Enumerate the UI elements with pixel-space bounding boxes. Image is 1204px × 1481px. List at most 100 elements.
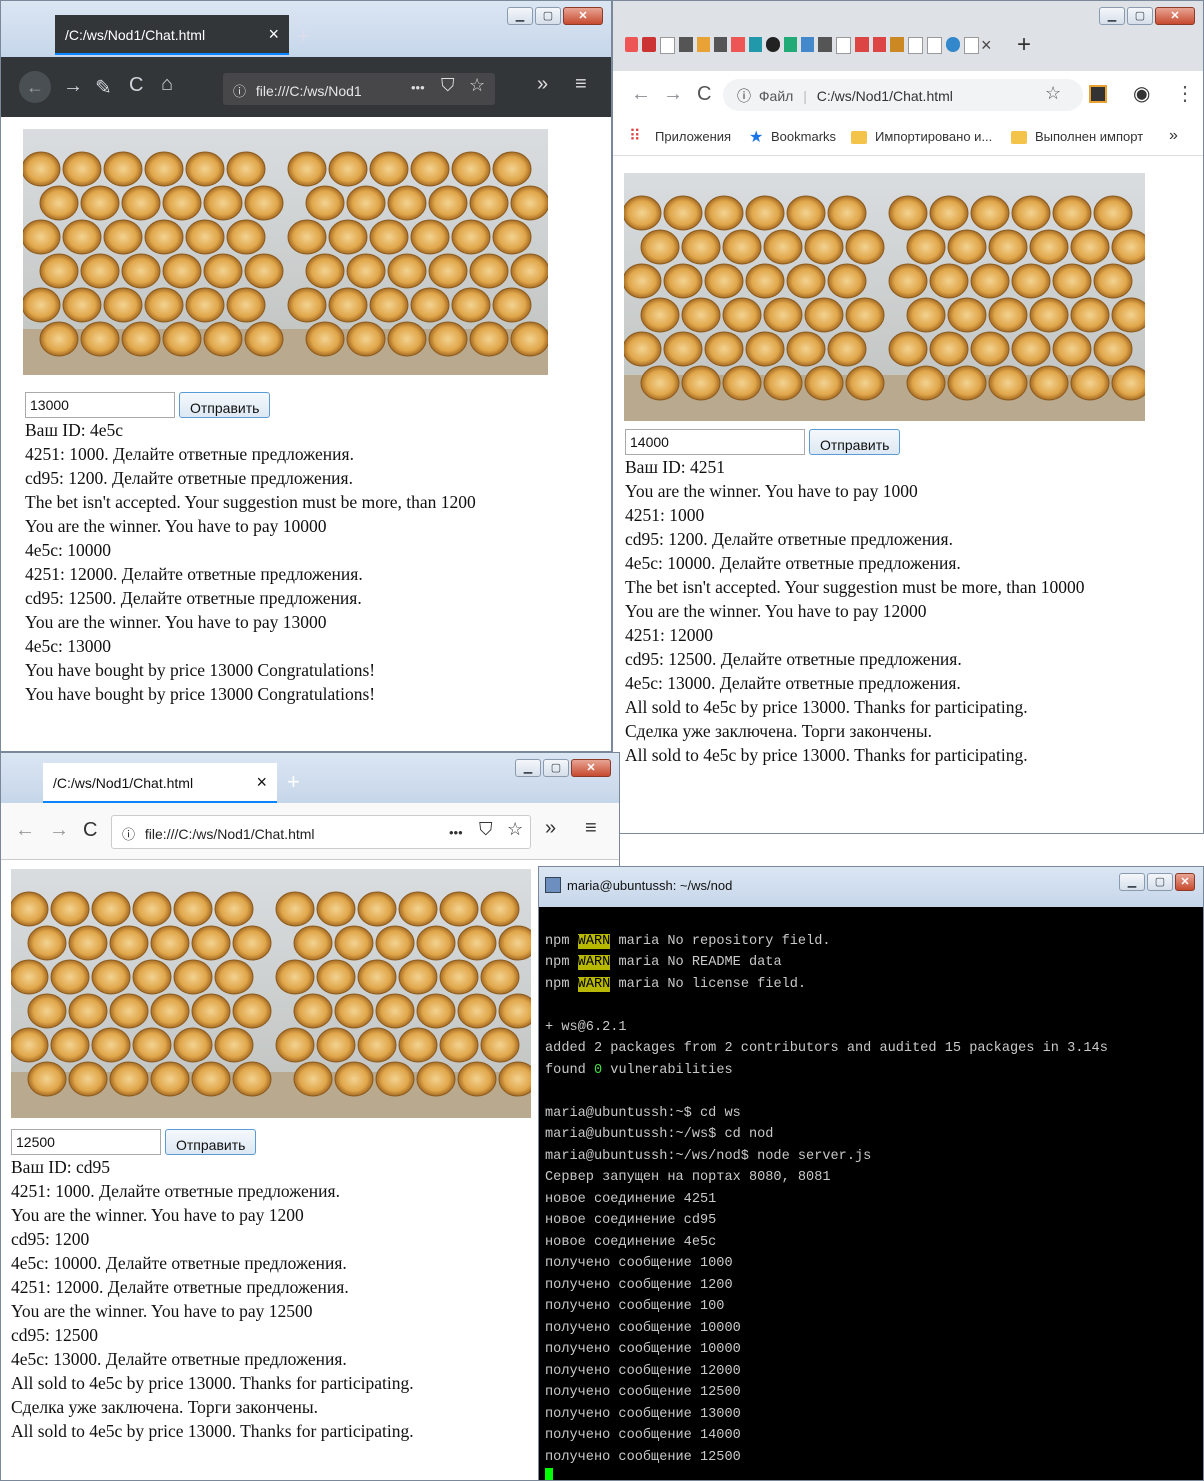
tab-icon[interactable] — [855, 37, 869, 52]
chat-message: 4251: 12000. Делайте ответные предложени… — [25, 564, 363, 584]
tab-icon[interactable] — [890, 37, 904, 52]
send-button[interactable]: Отправить — [809, 429, 901, 455]
tab-icon[interactable] — [679, 37, 693, 52]
pocket-icon[interactable]: ⛉ — [479, 819, 493, 840]
wrench-icon[interactable]: ✎ — [95, 75, 112, 100]
minimize-button[interactable]: ▁ — [507, 7, 533, 25]
home-icon[interactable]: ⌂ — [161, 73, 173, 96]
bookmark-star-icon[interactable]: ☆ — [507, 819, 523, 840]
send-button[interactable]: Отправить — [179, 392, 271, 418]
tab-close-icon[interactable]: × — [981, 35, 992, 56]
tab-icon[interactable] — [783, 37, 798, 52]
send-button[interactable]: Отправить — [165, 1129, 257, 1155]
maximize-button[interactable]: ▢ — [1147, 873, 1173, 891]
log-end — [398, 1027, 438, 1063]
info-icon[interactable]: ⓘ — [122, 827, 135, 842]
tab-icon[interactable] — [714, 37, 728, 52]
reload-icon[interactable]: C — [83, 819, 97, 842]
apps-icon[interactable]: ⠿ — [629, 129, 641, 145]
page-actions-icon[interactable]: ••• — [449, 825, 463, 840]
address-bar[interactable]: ⓘ Файл | C:/ws/Nod1/Chat.html — [723, 79, 1083, 111]
tab-icon[interactable] — [801, 37, 815, 52]
new-tab-button[interactable]: + — [287, 769, 300, 795]
maximize-button[interactable]: ▢ — [535, 7, 561, 25]
log-end — [970, 263, 1010, 299]
bid-input[interactable]: 14000 — [625, 429, 805, 455]
reload-icon[interactable]: C — [697, 83, 711, 106]
tab-icon[interactable] — [818, 37, 832, 52]
address-bar[interactable]: ⓘ file:///C:/ws/Nod1/Chat.html — [111, 815, 531, 849]
tab-icon[interactable] — [696, 37, 711, 52]
reload-icon[interactable]: C — [129, 74, 143, 97]
page-actions-icon[interactable]: ••• — [411, 80, 425, 95]
pocket-icon[interactable]: ⛉ — [441, 75, 455, 96]
close-window-button[interactable]: ✕ — [563, 7, 603, 25]
close-window-button[interactable]: ✕ — [1155, 7, 1195, 25]
tab-icon[interactable] — [835, 37, 852, 54]
tab-icon[interactable] — [766, 37, 780, 52]
back-icon[interactable]: ← — [631, 83, 651, 106]
tab-title: /C:/ws/Nod1/Chat.html — [53, 775, 194, 791]
forward-icon[interactable]: → — [663, 83, 683, 106]
bookmark-star-icon[interactable]: ☆ — [1045, 83, 1061, 104]
tab-icon[interactable] — [946, 37, 960, 52]
new-tab-button[interactable]: + — [297, 23, 310, 49]
bid-form: 13000 Отправить — [25, 392, 476, 418]
bookmark-apps[interactable]: Приложения — [655, 129, 731, 144]
back-button[interactable]: ← — [19, 71, 51, 103]
back-icon[interactable]: ← — [15, 819, 35, 842]
bookmarks-overflow-icon[interactable]: » — [1169, 127, 1178, 145]
menu-icon[interactable]: ≡ — [575, 73, 587, 96]
close-window-button[interactable]: ✕ — [571, 759, 611, 777]
menu-icon[interactable]: ≡ — [585, 817, 597, 840]
log-end — [91, 891, 131, 927]
overflow-icon[interactable]: » — [537, 73, 548, 96]
tab-icon[interactable] — [731, 37, 745, 52]
chat-message: 4e5c: 10000. Делайте ответные предложени… — [11, 1253, 347, 1273]
menu-icon[interactable]: ⋮ — [1175, 81, 1195, 106]
tab-close-icon[interactable]: × — [268, 24, 279, 45]
bookmark-star-icon[interactable]: ☆ — [469, 75, 485, 96]
bid-input[interactable]: 13000 — [25, 392, 175, 418]
log-end — [232, 993, 272, 1029]
tab-icon[interactable] — [963, 37, 980, 54]
tab-icon[interactable] — [748, 37, 763, 52]
npm-warn-line: npm WARN maria No repository field. — [545, 933, 831, 949]
info-icon[interactable]: ⓘ — [233, 84, 246, 99]
minimize-button[interactable]: ▁ — [515, 759, 541, 777]
terminal-line: Сервер запущен на портах 8080, 8081 — [545, 1170, 831, 1185]
bookmark-bookmarks[interactable]: Bookmarks — [771, 129, 836, 144]
maximize-button[interactable]: ▢ — [1127, 7, 1153, 25]
pinned-tabs[interactable] — [625, 37, 980, 59]
extension-icon[interactable] — [1089, 85, 1107, 103]
new-tab-button[interactable]: + — [1017, 31, 1031, 59]
terminal-output[interactable]: npm WARN maria No repository field. npm W… — [545, 909, 1195, 1480]
log-end — [1070, 297, 1110, 333]
overflow-icon[interactable]: » — [545, 817, 556, 840]
tab-chat[interactable]: /C:/ws/Nod1/Chat.html × — [43, 763, 277, 803]
bid-input[interactable]: 12500 — [11, 1129, 161, 1155]
bookmark-import-done[interactable]: Выполнен импорт — [1035, 129, 1143, 144]
forward-icon[interactable]: → — [63, 75, 83, 98]
log-end — [1011, 263, 1051, 299]
minimize-button[interactable]: ▁ — [1119, 873, 1145, 891]
tab-icon[interactable] — [625, 37, 639, 52]
tab-icon[interactable] — [926, 37, 943, 54]
tab-close-icon[interactable]: × — [256, 772, 267, 793]
profile-icon[interactable]: ◉ — [1133, 81, 1150, 106]
forward-icon[interactable]: → — [49, 819, 69, 842]
bookmark-imported[interactable]: Импортировано и... — [875, 129, 992, 144]
log-end — [173, 1027, 213, 1063]
minimize-button[interactable]: ▁ — [1099, 7, 1125, 25]
tab-chat[interactable]: /C:/ws/Nod1/Chat.html × — [55, 15, 289, 55]
tab-icon[interactable] — [659, 37, 676, 54]
folder-icon — [851, 131, 867, 144]
tab-icon[interactable] — [907, 37, 923, 54]
tab-icon[interactable] — [642, 37, 656, 52]
info-icon[interactable]: ⓘ — [737, 88, 751, 104]
tab-icon[interactable] — [872, 37, 887, 52]
close-window-button[interactable]: ✕ — [1175, 873, 1195, 891]
maximize-button[interactable]: ▢ — [543, 759, 569, 777]
log-end — [845, 297, 885, 333]
